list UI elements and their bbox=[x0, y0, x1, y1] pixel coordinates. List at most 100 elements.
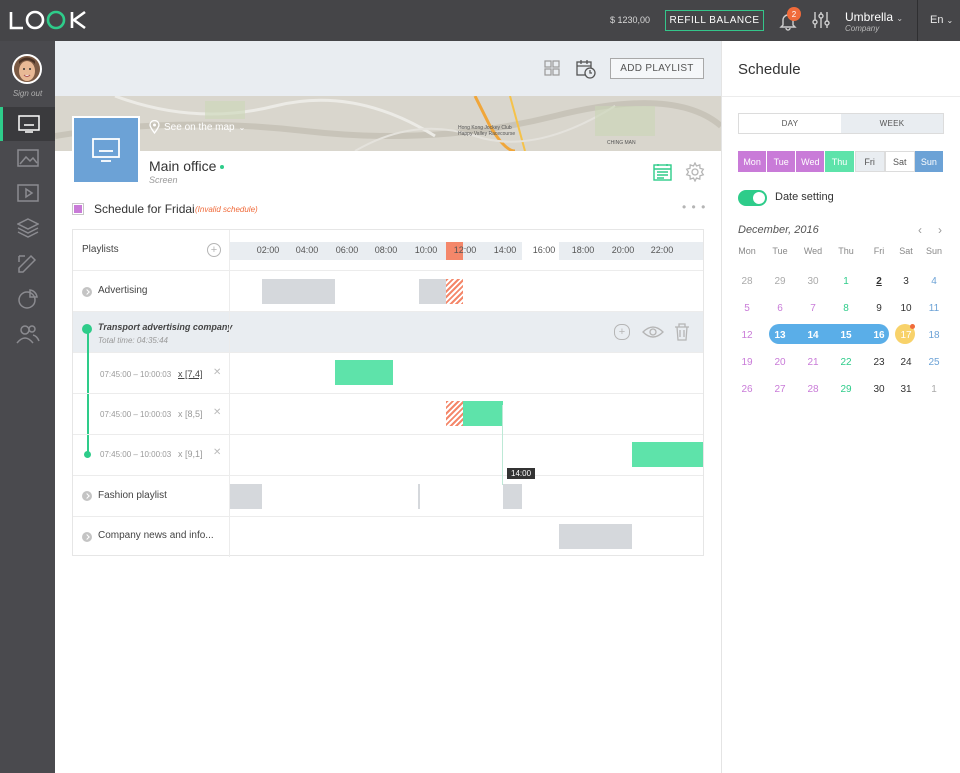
calendar-day[interactable]: 30 bbox=[798, 276, 828, 287]
schedule-block[interactable] bbox=[230, 484, 262, 509]
playlist-row[interactable]: Company news and info... bbox=[73, 517, 703, 557]
playlist-group-row[interactable]: Transport advertising company Total time… bbox=[73, 312, 703, 353]
avatar[interactable] bbox=[12, 54, 42, 84]
calendar-day[interactable]: 21 bbox=[798, 357, 828, 368]
playlist-item-row[interactable]: 07:45:00 – 10:00:03 x [8,5] ✕ bbox=[73, 394, 703, 435]
calendar-day[interactable]: 5 bbox=[732, 303, 762, 314]
prev-month-icon[interactable]: ‹ bbox=[918, 223, 922, 237]
add-playlist-icon[interactable]: + bbox=[207, 243, 221, 257]
calendar-day[interactable]: 18 bbox=[919, 330, 949, 341]
grid-view-icon[interactable] bbox=[544, 60, 560, 76]
sidebar-item-edit[interactable] bbox=[0, 247, 55, 281]
expand-icon[interactable] bbox=[82, 287, 92, 297]
refill-balance-button[interactable]: REFILL BALANCE bbox=[665, 10, 764, 31]
calendar-day[interactable]: 6 bbox=[765, 303, 795, 314]
calendar-day[interactable]: 28 bbox=[732, 276, 762, 287]
calendar-day[interactable]: 25 bbox=[919, 357, 949, 368]
more-options-icon[interactable]: • • • bbox=[682, 200, 706, 214]
conflict-block[interactable] bbox=[446, 401, 463, 426]
item-multiplier[interactable]: x [8,5] bbox=[178, 409, 203, 419]
gear-icon[interactable] bbox=[685, 162, 705, 182]
language-select[interactable]: En ⌄ bbox=[930, 14, 953, 26]
see-on-map-link[interactable]: See on the map ⌄ bbox=[149, 120, 245, 134]
calendar-day[interactable]: 19 bbox=[732, 357, 762, 368]
trash-icon[interactable] bbox=[674, 323, 690, 341]
playlist-item-row[interactable]: 07:45:00 – 10:00:03 x [9,1] ✕ bbox=[73, 435, 703, 476]
close-icon[interactable]: ✕ bbox=[213, 447, 221, 458]
calendar-day[interactable]: 12 bbox=[732, 330, 762, 341]
weekday-sat[interactable]: Sat bbox=[884, 151, 915, 172]
calendar-day[interactable]: 9 bbox=[864, 303, 894, 314]
schedule-block[interactable] bbox=[335, 360, 393, 385]
date-setting-toggle[interactable] bbox=[738, 190, 767, 206]
calendar-day[interactable]: 7 bbox=[798, 303, 828, 314]
calendar-day[interactable]: 13 bbox=[765, 330, 795, 341]
calendar-day[interactable]: 29 bbox=[765, 276, 795, 287]
expand-icon[interactable] bbox=[82, 491, 92, 501]
schedule-block[interactable] bbox=[418, 484, 420, 509]
schedule-block[interactable] bbox=[559, 524, 632, 549]
weekday-mon[interactable]: Mon bbox=[738, 151, 768, 172]
schedule-block[interactable] bbox=[262, 279, 335, 304]
calendar-day[interactable]: 31 bbox=[891, 384, 921, 395]
weekday-wed[interactable]: Wed bbox=[796, 151, 826, 172]
calendar-day[interactable]: 26 bbox=[732, 384, 762, 395]
calendar-day[interactable]: 3 bbox=[891, 276, 921, 287]
sidebar-item-images[interactable] bbox=[0, 141, 55, 175]
schedule-checkbox[interactable] bbox=[72, 203, 84, 215]
expand-icon[interactable] bbox=[82, 532, 92, 542]
schedule-block[interactable] bbox=[419, 279, 446, 304]
playlist-row[interactable]: Advertising bbox=[73, 271, 703, 312]
calendar-day[interactable]: 20 bbox=[765, 357, 795, 368]
weekday-fri[interactable]: Fri bbox=[854, 151, 885, 172]
calendar-day[interactable]: 29 bbox=[831, 384, 861, 395]
next-month-icon[interactable]: › bbox=[938, 223, 942, 237]
eye-icon[interactable] bbox=[642, 325, 664, 339]
playlist-item-row[interactable]: 07:45:00 – 10:00:03 x [7,4] ✕ bbox=[73, 353, 703, 394]
schedule-block[interactable] bbox=[503, 484, 522, 509]
sidebar-item-analytics[interactable] bbox=[0, 282, 55, 316]
calendar-day[interactable]: 30 bbox=[864, 384, 894, 395]
calendar-day[interactable]: 27 bbox=[765, 384, 795, 395]
calendar-day[interactable]: 15 bbox=[831, 330, 861, 341]
schedule-block[interactable] bbox=[463, 401, 503, 426]
screen-thumbnail[interactable] bbox=[72, 116, 140, 184]
calendar-day[interactable]: 1 bbox=[919, 384, 949, 395]
weekday-sun[interactable]: Sun bbox=[914, 151, 944, 172]
calendar-day[interactable]: 8 bbox=[831, 303, 861, 314]
sidebar-item-users[interactable] bbox=[0, 317, 55, 351]
look-logo[interactable] bbox=[8, 9, 92, 31]
schedule-calendar-icon[interactable] bbox=[653, 163, 672, 181]
calendar-day[interactable]: 14 bbox=[798, 330, 828, 341]
calendar-day[interactable]: 1 bbox=[831, 276, 861, 287]
calendar-clock-icon[interactable] bbox=[576, 59, 596, 79]
calendar-day[interactable]: 17 bbox=[891, 330, 921, 341]
calendar-day[interactable]: 4 bbox=[919, 276, 949, 287]
weekday-tue[interactable]: Tue bbox=[767, 151, 797, 172]
sidebar-item-layers[interactable] bbox=[0, 211, 55, 245]
close-icon[interactable]: ✕ bbox=[213, 367, 221, 378]
calendar-day[interactable]: 16 bbox=[864, 330, 894, 341]
tab-week[interactable]: WEEK bbox=[841, 114, 943, 133]
schedule-block[interactable] bbox=[632, 442, 703, 467]
item-multiplier[interactable]: x [7,4] bbox=[178, 369, 203, 379]
conflict-block[interactable] bbox=[446, 279, 463, 304]
sidebar-item-screens[interactable] bbox=[0, 107, 55, 141]
tab-day[interactable]: DAY bbox=[739, 114, 841, 133]
calendar-day[interactable]: 2 bbox=[864, 276, 894, 287]
sliders-icon[interactable] bbox=[811, 10, 831, 30]
calendar-day[interactable]: 24 bbox=[891, 357, 921, 368]
sidebar-item-video[interactable] bbox=[0, 176, 55, 210]
calendar-day[interactable]: 11 bbox=[919, 303, 949, 314]
calendar-day[interactable]: 10 bbox=[891, 303, 921, 314]
calendar-day[interactable]: 23 bbox=[864, 357, 894, 368]
item-multiplier[interactable]: x [9,1] bbox=[178, 449, 203, 459]
sign-out-link[interactable]: Sign out bbox=[0, 89, 55, 98]
weekday-thu[interactable]: Thu bbox=[825, 151, 855, 172]
calendar-day[interactable]: 28 bbox=[798, 384, 828, 395]
calendar-day[interactable]: 22 bbox=[831, 357, 861, 368]
company-menu[interactable]: Umbrella ⌄ bbox=[845, 10, 903, 24]
add-item-icon[interactable]: + bbox=[614, 324, 630, 340]
close-icon[interactable]: ✕ bbox=[213, 407, 221, 418]
playlist-row[interactable]: Fashion playlist bbox=[73, 476, 703, 517]
